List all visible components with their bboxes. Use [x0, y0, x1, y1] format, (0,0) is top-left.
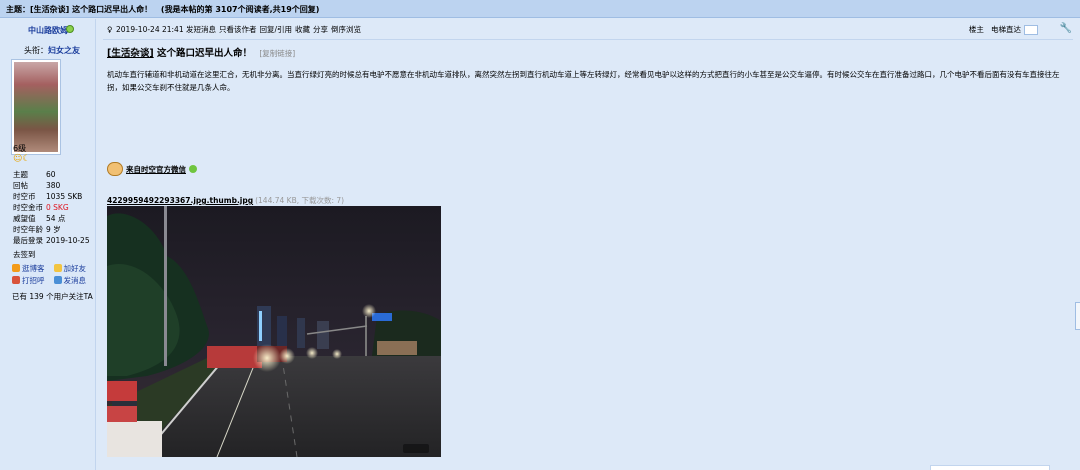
thread-stats: (我是本帖的第 3107个阅读者,共19个回复) — [160, 5, 320, 14]
wrench-icon[interactable]: 🔧 — [1060, 23, 1072, 34]
add-friend-icon — [53, 264, 62, 272]
greet-button[interactable]: 打招呼 — [12, 275, 51, 287]
stat-row: 时空币 1035 SKB — [13, 192, 83, 201]
author-actions: 逛博客 加好友 打招呼 发消息 — [12, 263, 94, 287]
greet-icon — [12, 276, 20, 284]
attachment-link[interactable]: 4229959492293367.jpg.thumb.jpg — [107, 196, 253, 205]
stat-row: 时空金币 0 SKG — [13, 203, 69, 212]
online-status-icon — [66, 25, 74, 33]
message-icon — [53, 276, 62, 284]
stat-row: 最后登录 2019-10-25 — [13, 236, 90, 245]
send-message-link[interactable]: 发短消息 — [186, 25, 216, 34]
copy-link-button[interactable]: [复制链接] — [259, 49, 295, 58]
author-title: 头衔：妇女之友 — [24, 46, 80, 55]
followers-count: 已有 139 个用户关注TA — [12, 292, 93, 301]
floor-nav: 楼主 电梯直达 — [969, 24, 1038, 35]
post-title-text: 这个路口迟早出人命！ — [157, 48, 253, 59]
bottom-toolbar — [930, 465, 1050, 470]
author-sidebar: 中山路欧姆 头衔：妇女之友 6级 ☺☾ 主题 60 回帖 380 时空币 1035 S… — [0, 19, 96, 470]
stat-row: 主题 60 — [13, 170, 56, 179]
post-datetime: 2019-10-24 21:41 — [116, 25, 184, 34]
share-link[interactable]: 分享 — [313, 25, 328, 34]
post-meta: ♀ 2019-10-24 21:41 发短消息 只看该作者 回复/引用 收藏 分享 倒序浏览 — [107, 24, 364, 35]
post-body: 机动车直行辅道和非机动道在这里汇合，无机非分离。当直行绿灯亮的时候总有电驴不愿意… — [107, 70, 1060, 92]
author-icon: ♀ — [107, 25, 113, 34]
jump-floor-input[interactable] — [1024, 24, 1038, 35]
jump-label: 电梯直达 — [991, 25, 1021, 34]
thread-header-bar: 主题：[生活杂谈] 这个路口迟早出人命！ (我是本帖的第 3107个阅读者,共1… — [0, 0, 1080, 18]
attachment-photo[interactable] — [107, 206, 441, 457]
blog-button[interactable]: 逛博客 — [12, 263, 51, 275]
message-button[interactable]: 发消息 — [53, 275, 93, 287]
attachment-info: (144.74 KB, 下载次数: 7) — [255, 196, 345, 205]
checkin-link[interactable]: 去签到 — [13, 249, 36, 260]
thread-title[interactable]: [生活杂谈] 这个路口迟早出人命！ — [30, 5, 152, 14]
blog-icon — [12, 264, 20, 272]
author-name[interactable]: 中山路欧姆 — [28, 25, 68, 36]
mascot-icon — [107, 162, 123, 176]
post-title: [生活杂谈] 这个路口迟早出人命！ [复制链接] — [107, 45, 295, 59]
subject-label: 主题： — [6, 5, 30, 14]
stat-row: 威望值 54 点 — [13, 214, 66, 223]
author-only-link[interactable]: 只看该作者 — [219, 25, 257, 34]
author-level: 6级 — [13, 144, 27, 153]
author-stats: 主题 60 回帖 380 时空币 1035 SKB 时空金币 0 SKG 威望值 54 点… — [13, 169, 93, 246]
add-friend-button[interactable]: 加好友 — [53, 263, 93, 275]
post-content: ♀ 2019-10-24 21:41 发短消息 只看该作者 回复/引用 收藏 分享 倒序浏览… — [97, 19, 1080, 470]
favorite-link[interactable]: 收藏 — [295, 25, 310, 34]
reply-quote-link[interactable]: 回复/引用 — [259, 25, 292, 34]
side-scroll-tab[interactable] — [1075, 302, 1080, 330]
avatar[interactable] — [11, 59, 61, 155]
stat-row: 回帖 380 — [13, 181, 61, 190]
category-link[interactable]: [生活杂谈] — [107, 48, 154, 59]
attachment-label: 4229959492293367.jpg.thumb.jpg (144.74 KB… — [107, 195, 344, 206]
reverse-order-link[interactable]: 倒序浏览 — [331, 25, 361, 34]
wechat-icon — [189, 165, 197, 173]
medal-icons: ☺☾ — [13, 154, 31, 164]
post-source[interactable]: 来自时空官方微信 — [107, 162, 197, 176]
stat-row: 时空年龄 9 岁 — [13, 225, 61, 234]
divider — [103, 39, 1073, 40]
floor-label: 楼主 — [968, 25, 984, 34]
